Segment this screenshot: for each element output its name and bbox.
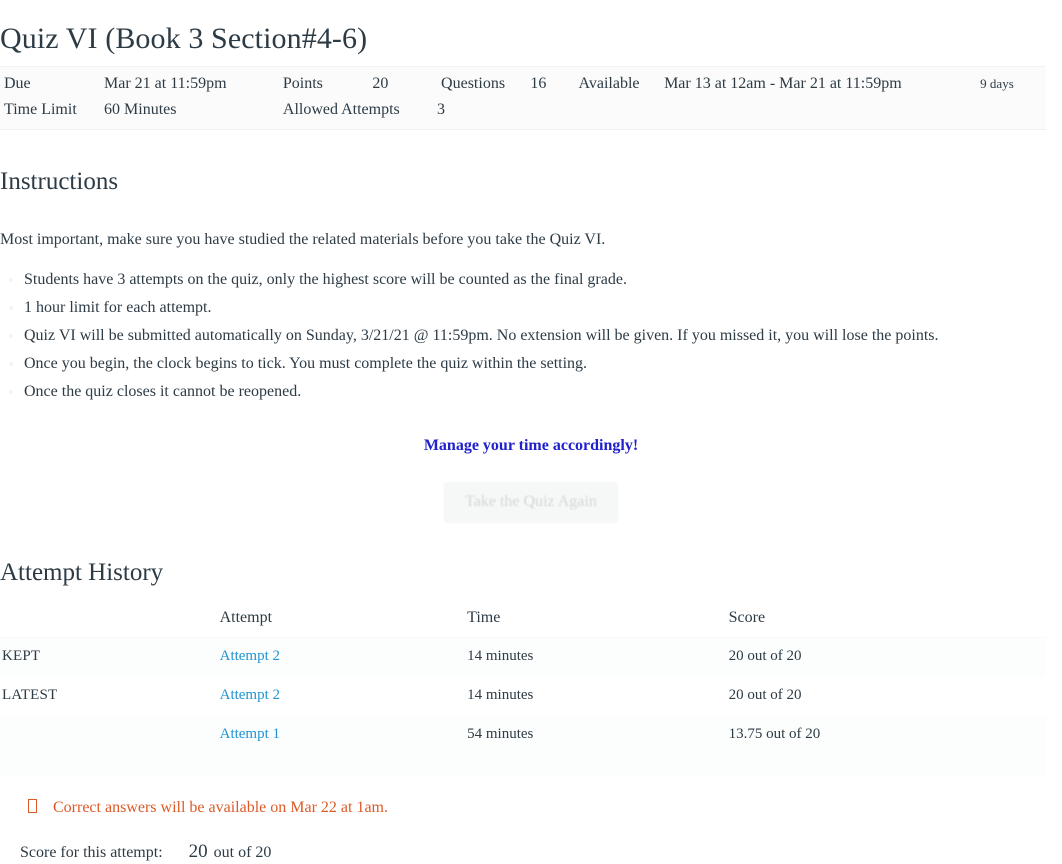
attempt-time: 14 minutes: [467, 687, 534, 703]
quiz-detail-band: Due Mar 21 at 11:59pm Points 20 Question…: [0, 66, 1046, 130]
instruction-text: 1 hour limit for each attempt.: [24, 299, 212, 316]
due-label: Due: [4, 75, 31, 92]
points-value: 20: [372, 75, 389, 92]
list-item: Students have 3 attempts on the quiz, on…: [24, 268, 1062, 296]
attempt-cell: Attempt 2: [220, 677, 468, 716]
questions-value: 16: [530, 75, 547, 92]
attempt-score: 20 out of 20: [728, 648, 802, 664]
attempt-table-footer-band: [0, 755, 1046, 777]
attempt-link[interactable]: Attempt 2: [220, 687, 280, 703]
attempt-history-heading: Attempt History: [0, 559, 164, 586]
table-header-row: Attempt Time Score: [0, 605, 1046, 638]
due-value: Mar 21 at 11:59pm: [104, 75, 227, 92]
column-header-marker: [0, 605, 220, 638]
attempt-history-head: Attempt Time Score: [0, 605, 1046, 638]
quiz-detail-row-2: Time Limit 60 Minutes Allowed Attempts 3: [0, 97, 1046, 129]
attempt-time: 14 minutes: [467, 648, 534, 664]
available-label: Available: [578, 75, 640, 92]
attempt-history-body: KEPT Attempt 2 14 minutes 20 out of 20 L…: [0, 637, 1046, 755]
table-row: LATEST Attempt 2 14 minutes 20 out of 20: [0, 677, 1046, 716]
correct-answers-text: Correct answers will be available on Mar…: [53, 799, 388, 816]
score-value: 20: [188, 841, 208, 862]
manage-time-emphasis: Manage your time accordingly!: [423, 437, 639, 454]
instructions-body: Most important, make sure you have studi…: [0, 198, 1062, 456]
table-row: KEPT Attempt 2 14 minutes 20 out of 20: [0, 637, 1046, 678]
attempt-time: 54 minutes: [467, 726, 534, 742]
allowed-attempts-label: Allowed Attempts: [282, 101, 400, 118]
available-value: Mar 13 at 12am - Mar 21 at 11:59pm: [664, 75, 902, 92]
info-icon: [28, 799, 37, 813]
attempt-cell: Attempt 1: [220, 716, 468, 755]
allowed-attempts-value: 3: [437, 101, 446, 118]
instruction-text: Once you begin, the clock begins to tick…: [24, 355, 588, 372]
correct-answers-note: Correct answers will be available on Mar…: [0, 777, 1062, 819]
attempt-marker: LATEST: [2, 687, 58, 703]
score-label: Score for this attempt:: [20, 844, 163, 861]
attempt-link[interactable]: Attempt 1: [220, 726, 280, 742]
instructions-list: Students have 3 attempts on the quiz, on…: [0, 268, 1062, 408]
instruction-text: Once the quiz closes it cannot be reopen…: [24, 383, 302, 400]
time-limit-value: 60 Minutes: [104, 101, 177, 118]
points-label: Points: [282, 75, 323, 92]
attempt-marker: KEPT: [2, 648, 41, 664]
attempt-cell: Attempt 2: [220, 638, 468, 678]
take-quiz-again-button[interactable]: Take the Quiz Again: [444, 482, 618, 523]
instruction-text: Students have 3 attempts on the quiz, on…: [24, 271, 627, 288]
table-row: Attempt 1 54 minutes 13.75 out of 20: [0, 716, 1046, 755]
questions-label: Questions: [441, 75, 506, 92]
available-days-note: 9 days: [980, 76, 1014, 91]
instruction-text: Quiz VI will be submitted automatically …: [24, 327, 939, 344]
column-header-score: Score: [728, 605, 1046, 638]
instructions-heading: Instructions: [0, 168, 119, 195]
time-limit-label: Time Limit: [4, 101, 77, 118]
attempt-score: 13.75 out of 20: [728, 726, 821, 742]
list-item: Quiz VI will be submitted automatically …: [24, 324, 1062, 352]
list-item: Once the quiz closes it cannot be reopen…: [24, 380, 1062, 408]
column-header-attempt: Attempt: [219, 605, 468, 638]
page-title: Quiz VI (Book 3 Section#4-6): [0, 22, 368, 55]
quiz-page: Quiz VI (Book 3 Section#4-6) Due Mar 21 …: [0, 0, 1062, 862]
attempt-score: 20 out of 20: [728, 687, 802, 703]
list-item: Once you begin, the clock begins to tick…: [24, 352, 1062, 380]
column-header-time: Time: [467, 605, 729, 638]
list-item: 1 hour limit for each attempt.: [24, 296, 1062, 324]
score-out-of: out of 20: [213, 844, 272, 861]
take-quiz-button-container: Take the Quiz Again: [0, 456, 1062, 523]
instructions-intro: Most important, make sure you have studi…: [0, 231, 606, 248]
attempt-history-table: Attempt Time Score KEPT Attempt 2 14 min…: [0, 605, 1046, 755]
quiz-detail-table: Due Mar 21 at 11:59pm Points 20 Question…: [0, 67, 1046, 129]
quiz-detail-row-1: Due Mar 21 at 11:59pm Points 20 Question…: [0, 67, 1046, 97]
score-for-attempt: Score for this attempt: 20 out of 20: [0, 819, 1062, 864]
attempt-link[interactable]: Attempt 2: [220, 648, 280, 664]
attempt-marker: [0, 716, 220, 755]
